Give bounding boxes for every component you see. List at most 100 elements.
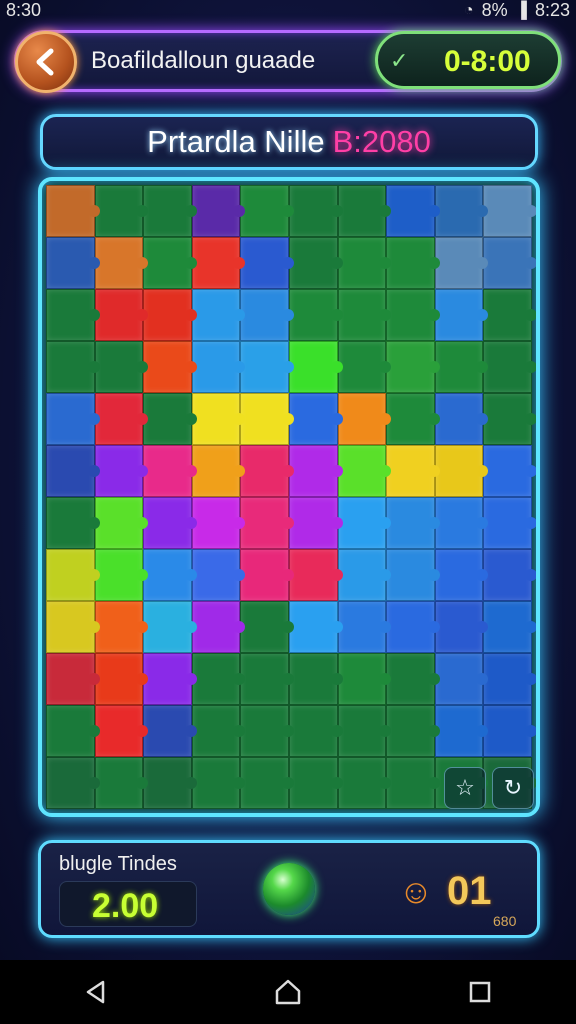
puzzle-piece[interactable] bbox=[191, 653, 245, 705]
puzzle-piece[interactable] bbox=[386, 445, 440, 497]
puzzle-piece[interactable] bbox=[94, 393, 148, 445]
puzzle-piece[interactable] bbox=[288, 653, 343, 705]
puzzle-piece[interactable] bbox=[337, 289, 391, 341]
puzzle-piece[interactable] bbox=[240, 497, 294, 549]
puzzle-piece[interactable] bbox=[288, 341, 343, 393]
puzzle-piece[interactable] bbox=[94, 237, 148, 289]
puzzle-piece[interactable] bbox=[288, 549, 343, 601]
puzzle-piece[interactable] bbox=[337, 341, 391, 393]
puzzle-piece[interactable] bbox=[191, 237, 245, 289]
puzzle-piece[interactable] bbox=[386, 497, 440, 549]
puzzle-piece[interactable] bbox=[240, 705, 294, 757]
puzzle-piece[interactable] bbox=[46, 185, 100, 237]
puzzle-piece[interactable] bbox=[288, 445, 343, 497]
puzzle-piece[interactable] bbox=[337, 393, 391, 445]
puzzle-piece[interactable] bbox=[46, 393, 100, 445]
puzzle-piece[interactable] bbox=[434, 237, 488, 289]
puzzle-piece[interactable] bbox=[434, 341, 488, 393]
puzzle-piece[interactable] bbox=[143, 445, 197, 497]
puzzle-piece[interactable] bbox=[94, 289, 148, 341]
puzzle-board[interactable]: ☆ ↻ bbox=[38, 177, 540, 817]
gem-orb-icon[interactable] bbox=[263, 863, 315, 915]
puzzle-piece[interactable] bbox=[191, 185, 245, 237]
puzzle-piece[interactable] bbox=[434, 445, 488, 497]
puzzle-piece[interactable] bbox=[46, 549, 100, 601]
puzzle-piece[interactable] bbox=[483, 185, 536, 237]
puzzle-piece[interactable] bbox=[386, 653, 440, 705]
puzzle-piece[interactable] bbox=[386, 289, 440, 341]
puzzle-piece[interactable] bbox=[483, 549, 536, 601]
puzzle-piece[interactable] bbox=[46, 705, 100, 757]
puzzle-piece[interactable] bbox=[337, 497, 391, 549]
puzzle-piece[interactable] bbox=[191, 341, 245, 393]
puzzle-piece[interactable] bbox=[94, 341, 148, 393]
puzzle-piece[interactable] bbox=[143, 757, 197, 809]
puzzle-piece[interactable] bbox=[386, 341, 440, 393]
puzzle-piece[interactable] bbox=[143, 653, 197, 705]
puzzle-piece[interactable] bbox=[434, 185, 488, 237]
puzzle-piece[interactable] bbox=[143, 237, 197, 289]
puzzle-piece[interactable] bbox=[191, 705, 245, 757]
puzzle-piece[interactable] bbox=[46, 445, 100, 497]
puzzle-piece[interactable] bbox=[386, 705, 440, 757]
puzzle-piece[interactable] bbox=[46, 341, 100, 393]
puzzle-piece[interactable] bbox=[94, 497, 148, 549]
puzzle-piece[interactable] bbox=[94, 185, 148, 237]
puzzle-piece[interactable] bbox=[240, 601, 294, 653]
puzzle-piece[interactable] bbox=[337, 445, 391, 497]
puzzle-piece[interactable] bbox=[337, 237, 391, 289]
nav-home-button[interactable] bbox=[258, 967, 318, 1017]
puzzle-piece[interactable] bbox=[386, 601, 440, 653]
puzzle-piece[interactable] bbox=[240, 757, 294, 809]
puzzle-grid[interactable] bbox=[46, 185, 536, 809]
puzzle-piece[interactable] bbox=[483, 705, 536, 757]
puzzle-piece[interactable] bbox=[191, 601, 245, 653]
puzzle-piece[interactable] bbox=[240, 289, 294, 341]
back-button[interactable] bbox=[15, 31, 77, 93]
puzzle-piece[interactable] bbox=[483, 445, 536, 497]
puzzle-piece[interactable] bbox=[386, 185, 440, 237]
puzzle-piece[interactable] bbox=[483, 653, 536, 705]
puzzle-piece[interactable] bbox=[191, 757, 245, 809]
puzzle-piece[interactable] bbox=[288, 237, 343, 289]
puzzle-piece[interactable] bbox=[94, 445, 148, 497]
puzzle-piece[interactable] bbox=[483, 341, 536, 393]
puzzle-piece[interactable] bbox=[191, 393, 245, 445]
puzzle-piece[interactable] bbox=[483, 393, 536, 445]
puzzle-piece[interactable] bbox=[483, 289, 536, 341]
rotate-tool-button[interactable]: ↻ bbox=[492, 767, 534, 809]
puzzle-piece[interactable] bbox=[288, 497, 343, 549]
puzzle-piece[interactable] bbox=[240, 393, 294, 445]
puzzle-piece[interactable] bbox=[143, 601, 197, 653]
puzzle-piece[interactable] bbox=[94, 549, 148, 601]
puzzle-piece[interactable] bbox=[288, 185, 343, 237]
puzzle-piece[interactable] bbox=[386, 237, 440, 289]
puzzle-piece[interactable] bbox=[288, 757, 343, 809]
puzzle-piece[interactable] bbox=[240, 237, 294, 289]
puzzle-piece[interactable] bbox=[434, 705, 488, 757]
puzzle-piece[interactable] bbox=[46, 289, 100, 341]
puzzle-piece[interactable] bbox=[434, 549, 488, 601]
puzzle-piece[interactable] bbox=[483, 237, 536, 289]
puzzle-piece[interactable] bbox=[191, 549, 245, 601]
puzzle-piece[interactable] bbox=[386, 757, 440, 809]
puzzle-piece[interactable] bbox=[337, 653, 391, 705]
puzzle-piece[interactable] bbox=[434, 289, 488, 341]
puzzle-piece[interactable] bbox=[434, 497, 488, 549]
puzzle-piece[interactable] bbox=[483, 601, 536, 653]
puzzle-piece[interactable] bbox=[337, 601, 391, 653]
puzzle-piece[interactable] bbox=[240, 341, 294, 393]
puzzle-piece[interactable] bbox=[46, 237, 100, 289]
puzzle-piece[interactable] bbox=[94, 705, 148, 757]
puzzle-piece[interactable] bbox=[434, 393, 488, 445]
puzzle-piece[interactable] bbox=[143, 393, 197, 445]
shapes-tool-button[interactable]: ☆ bbox=[444, 767, 486, 809]
puzzle-piece[interactable] bbox=[46, 757, 100, 809]
puzzle-piece[interactable] bbox=[143, 497, 197, 549]
puzzle-piece[interactable] bbox=[337, 185, 391, 237]
puzzle-piece[interactable] bbox=[240, 549, 294, 601]
puzzle-piece[interactable] bbox=[386, 393, 440, 445]
puzzle-piece[interactable] bbox=[94, 757, 148, 809]
puzzle-piece[interactable] bbox=[191, 445, 245, 497]
nav-back-button[interactable] bbox=[66, 967, 126, 1017]
